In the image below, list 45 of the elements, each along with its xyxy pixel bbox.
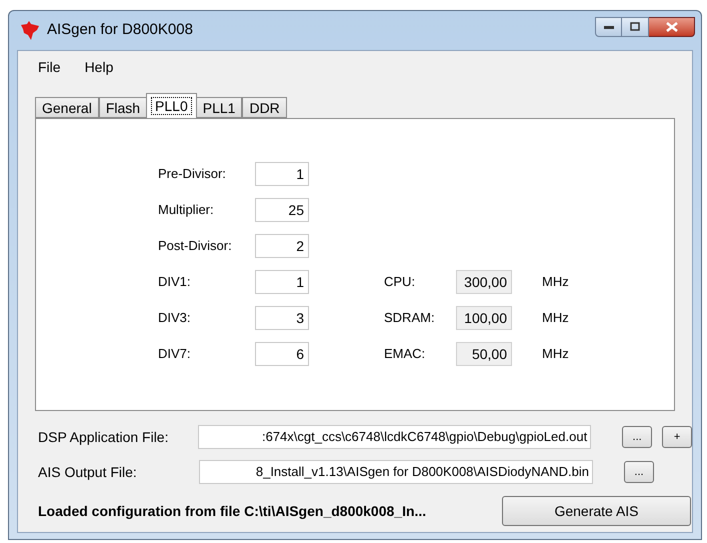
- logo-icon: [19, 20, 41, 40]
- tab[interactable]: PLL0: [146, 93, 197, 118]
- number-field[interactable]: 2: [255, 234, 309, 258]
- status-message: Loaded configuration from file C:\ti\AISgen_d800k008_In...: [38, 502, 426, 521]
- close-icon: [666, 22, 678, 32]
- unit-label: MHz: [542, 309, 569, 328]
- field-label: DSP Application File:: [38, 428, 170, 447]
- maximize-icon: [630, 22, 640, 31]
- readonly-field: 300,00: [456, 270, 512, 294]
- browse-button[interactable]: ...: [622, 426, 652, 448]
- tab[interactable]: General: [35, 97, 99, 118]
- browse-button[interactable]: +: [662, 426, 692, 448]
- field-label: Post-Divisor:: [158, 237, 233, 256]
- field-label: AIS Output File:: [38, 462, 138, 482]
- field-label: Multiplier:: [158, 201, 215, 220]
- number-field[interactable]: 6: [255, 342, 309, 366]
- minimize-button[interactable]: [595, 16, 622, 36]
- field-label: DIV7:: [158, 345, 192, 364]
- number-field[interactable]: 1: [255, 270, 309, 294]
- field-label: Pre-Divisor:: [158, 165, 227, 184]
- field-label: SDRAM:: [384, 309, 436, 328]
- menu-item[interactable]: Help: [84, 56, 114, 78]
- field-label: CPU:: [384, 273, 416, 292]
- menu-item[interactable]: File: [38, 56, 61, 78]
- browse-button[interactable]: ...: [624, 461, 654, 483]
- unit-label: MHz: [542, 345, 569, 364]
- field-label: DIV1:: [158, 273, 192, 292]
- field-label: DIV3:: [158, 309, 192, 328]
- maximize-button[interactable]: [622, 16, 649, 36]
- tab[interactable]: DDR: [242, 97, 287, 118]
- close-button[interactable]: [649, 16, 695, 36]
- number-field[interactable]: 3: [255, 306, 309, 330]
- tab[interactable]: PLL1: [196, 97, 242, 118]
- path-field[interactable]: 8_Install_v1.13\AISgen for D800K008\AISDiodyNAND.bin: [199, 460, 593, 484]
- tab[interactable]: Flash: [98, 97, 148, 118]
- window-title: AISgen for D800K008: [47, 20, 193, 40]
- number-field[interactable]: 1: [255, 162, 309, 186]
- path-field[interactable]: :674x\cgt_ccs\c6748\lcdkC6748\gpio\Debug\gpioLed.out: [198, 425, 592, 449]
- field-label: EMAC:: [384, 345, 426, 364]
- generate-button[interactable]: Generate AIS: [502, 496, 691, 526]
- readonly-field: 100,00: [456, 306, 512, 330]
- unit-label: MHz: [542, 273, 569, 292]
- readonly-field: 50,00: [456, 342, 512, 366]
- number-field[interactable]: 25: [255, 198, 309, 222]
- minimize-icon: [604, 24, 614, 28]
